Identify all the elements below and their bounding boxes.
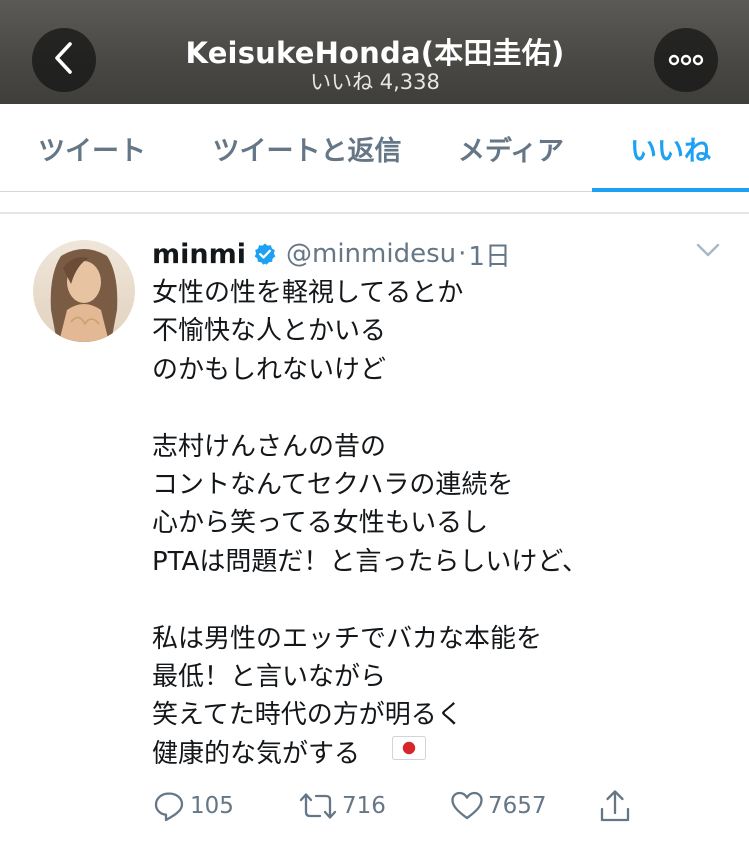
like-button[interactable]: 7657 [450, 784, 547, 828]
user-name[interactable]: minmi [152, 239, 246, 270]
tweet-line: PTAは問題だ！と言ったらしいけど、 [152, 546, 589, 577]
tweet-line: のかもしれないけど [152, 354, 387, 385]
user-handle[interactable]: @minmidesu [286, 239, 456, 269]
tweet-line: 最低！と言いながら [152, 661, 387, 692]
tweet-line: コントなんてセクハラの連続を [152, 469, 514, 500]
reply-button[interactable]: 105 [152, 784, 234, 828]
separator-dot: · [458, 239, 467, 269]
tweet-line: 女性の性を軽視してるとか [152, 278, 464, 308]
tweet-line: 笑えてた時代の方が明るく [152, 700, 463, 731]
tweet-line [152, 389, 732, 427]
retweet-button[interactable]: 716 [298, 784, 386, 828]
reply-count: 105 [190, 793, 234, 819]
japan-flag-icon [392, 733, 427, 771]
likes-count: いいね 4,338 [310, 70, 440, 94]
divider [0, 212, 749, 214]
chevron-left-icon [53, 41, 75, 79]
heart-icon [450, 789, 484, 823]
share-button[interactable] [598, 784, 632, 828]
chevron-down-icon [696, 243, 720, 262]
tweet-line: 私は男性のエッチでバカな本能を [152, 623, 543, 654]
tweet-line-last: 健康的な気がする [152, 735, 732, 773]
tweet-actions: 105 716 7657 [0, 784, 749, 828]
tweet-line: 心から笑ってる女性もいるし [152, 508, 489, 539]
tweet-menu-button[interactable] [696, 242, 720, 262]
more-button[interactable] [654, 28, 718, 92]
back-button[interactable] [32, 28, 96, 92]
tab-media[interactable]: メディア [430, 104, 592, 192]
tab-likes[interactable]: いいね [592, 104, 749, 192]
more-horizontal-icon [668, 51, 704, 70]
share-icon [598, 787, 632, 825]
retweet-count: 716 [342, 793, 386, 819]
tweet-text: 女性の性を軽視してるとか 不愉快な人とかいる のかもしれないけど 志村けんさんの… [152, 274, 732, 773]
tab-tweets[interactable]: ツイート [0, 104, 184, 192]
profile-tabs: ツイート ツイートと返信 メディア いいね [0, 104, 749, 192]
tweet-line-text: 健康的な気がする [152, 738, 361, 769]
retweet-icon [298, 789, 338, 823]
reply-icon [152, 789, 186, 823]
verified-badge-icon [253, 242, 277, 266]
tab-tweets-and-replies[interactable]: ツイートと返信 [184, 104, 430, 192]
active-tab-indicator [592, 188, 749, 192]
tweet-header: minmi @minmidesu · 1日 [152, 236, 511, 272]
profile-header: KeisukeHonda(本田圭佑) いいね 4,338 [0, 0, 749, 104]
tweet-timestamp[interactable]: 1日 [468, 236, 511, 273]
avatar[interactable] [33, 240, 135, 342]
like-count: 7657 [488, 793, 547, 819]
tweet-line: 志村けんさんの昔の [152, 431, 387, 462]
tweet-line [152, 581, 732, 619]
tweet-line: 不愉快な人とかいる [152, 316, 387, 347]
